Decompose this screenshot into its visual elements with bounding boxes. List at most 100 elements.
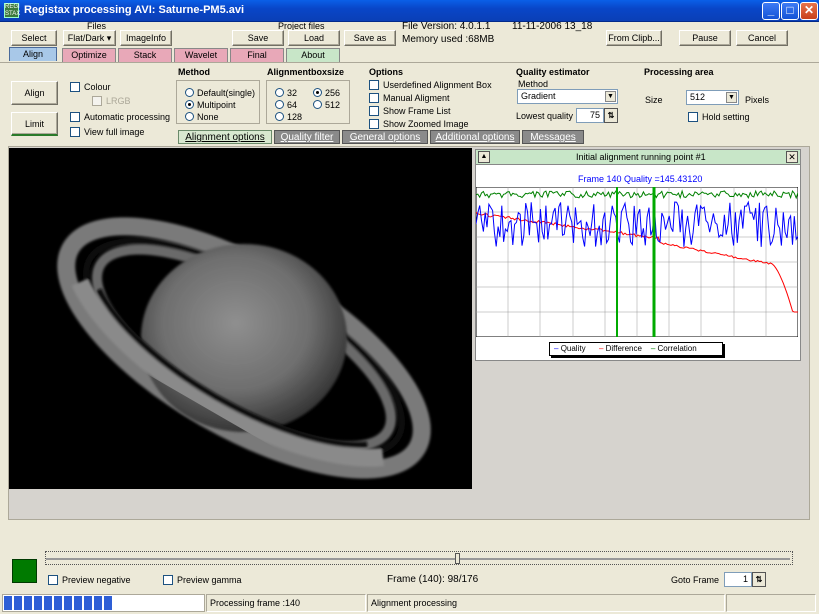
goto-frame-spin-icon[interactable]: ⇅ [752, 572, 766, 587]
method-multipoint-radio[interactable]: Multipoint [185, 100, 236, 110]
align-button[interactable]: Align [11, 81, 58, 105]
quality-method-value: Gradient [521, 91, 556, 101]
show-zoomed-image-checkbox[interactable]: Show Zoomed Image [369, 119, 469, 129]
quality-graph [476, 187, 798, 337]
chevron-down-icon[interactable]: ▼ [605, 91, 616, 102]
preview-gamma-label: Preview gamma [177, 575, 242, 585]
saturn-image [9, 148, 472, 489]
boxsize-256-radio[interactable]: 256 [313, 88, 340, 98]
pause-button[interactable]: Pause [679, 30, 731, 46]
options-title: Options [369, 67, 403, 77]
subtab-messages[interactable]: Messages [522, 130, 584, 144]
progress-fill [4, 596, 113, 610]
auto-processing-label: Automatic processing [84, 112, 171, 122]
build-date: 11-11-2006 13_18 [512, 21, 593, 32]
window-title: Registax processing AVI: Saturne-PM5.avi [24, 4, 245, 16]
quality-method-select[interactable]: Gradient ▼ [517, 89, 618, 104]
cancel-button[interactable]: Cancel [736, 30, 788, 46]
tab-divider [0, 62, 819, 63]
tab-align[interactable]: Align [9, 47, 57, 61]
lowest-quality-input[interactable]: 75 [576, 108, 604, 123]
tab-optimize[interactable]: Optimize [62, 48, 116, 62]
preview-gamma-checkbox[interactable]: Preview gamma [163, 575, 242, 585]
goto-frame-label: Goto Frame [671, 575, 720, 585]
flat-dark-dropdown[interactable]: Flat/Dark ▾ [63, 30, 116, 46]
method-none-label: None [197, 112, 219, 122]
quality-method-label: Method [518, 79, 549, 89]
save-button[interactable]: Save [232, 30, 284, 46]
auto-processing-checkbox[interactable]: Automatic processing [70, 112, 170, 122]
subtab-alignment-options[interactable]: Alignment options [178, 130, 272, 144]
manual-alignment-label: Manual Aligment [383, 93, 450, 103]
boxsize-64-radio[interactable]: 64 [275, 100, 297, 110]
boxsize-64-label: 64 [287, 100, 298, 110]
status-indicator [12, 559, 37, 583]
from-clipboard-button[interactable]: From Clipb... [606, 30, 662, 46]
method-none-radio[interactable]: None [185, 112, 219, 122]
show-frame-list-label: Show Frame List [383, 106, 451, 116]
hold-setting-checkbox[interactable]: Hold setting [688, 112, 750, 122]
userdefined-box-checkbox[interactable]: Userdefined Alignment Box [369, 80, 492, 90]
frame-slider[interactable] [45, 551, 793, 565]
lrgb-label: LRGB [106, 96, 131, 106]
userdefined-box-label: Userdefined Alignment Box [383, 80, 492, 90]
limit-button[interactable]: Limit [11, 112, 58, 136]
show-frame-list-checkbox[interactable]: Show Frame List [369, 106, 451, 116]
colour-checkbox[interactable]: Colour [70, 82, 111, 92]
lowest-quality-label: Lowest quality [516, 111, 574, 121]
goto-frame-input[interactable]: 1 [724, 572, 752, 587]
frame-info: Frame (140): 98/176 [387, 574, 479, 585]
graph-title: Initial alignment running point #1 [576, 152, 706, 162]
boxsize-title: Alignmentboxsize [267, 67, 345, 77]
status-stage: Alignment processing [367, 594, 725, 612]
boxsize-512-label: 512 [325, 100, 341, 110]
subtab-general-options[interactable]: General options [342, 130, 428, 144]
memory-used: Memory used :68MB [402, 34, 495, 45]
imageinfo-button[interactable]: ImageInfo [120, 30, 172, 46]
save-as-button[interactable]: Save as [344, 30, 396, 46]
status-empty-pane [726, 594, 816, 612]
tab-wavelet[interactable]: Wavelet [174, 48, 228, 62]
select-button[interactable]: Select [11, 30, 57, 46]
boxsize-32-label: 32 [287, 88, 298, 98]
subtab-quality-filter[interactable]: Quality filter [274, 130, 340, 144]
size-select[interactable]: 512 ▼ [686, 90, 739, 105]
title-bar: REGI STAX Registax processing AVI: Satur… [0, 0, 819, 22]
size-value: 512 [690, 92, 706, 102]
minimize-button[interactable]: _ [762, 2, 780, 20]
subtab-additional-options[interactable]: Additional options [430, 130, 520, 144]
load-button[interactable]: Load [288, 30, 340, 46]
tab-about[interactable]: About [286, 48, 340, 62]
close-button[interactable]: ✕ [800, 2, 818, 20]
method-multipoint-label: Multipoint [197, 100, 236, 110]
progress-bar [2, 594, 205, 612]
close-icon[interactable]: ✕ [786, 151, 798, 163]
boxsize-512-radio[interactable]: 512 [313, 100, 340, 110]
lowest-quality-spin-icon[interactable]: ⇅ [604, 108, 618, 123]
graph-header: ▲ Initial alignment running point #1 ✕ [476, 150, 800, 165]
lrgb-checkbox: LRGB [92, 96, 131, 106]
boxsize-128-label: 128 [287, 112, 303, 122]
legend-correlation: Correlation [657, 344, 697, 353]
manual-alignment-checkbox[interactable]: Manual Aligment [369, 93, 450, 103]
boxsize-256-label: 256 [325, 88, 341, 98]
method-default-radio[interactable]: Default(single) [185, 88, 255, 98]
boxsize-128-radio[interactable]: 128 [275, 112, 302, 122]
boxsize-32-radio[interactable]: 32 [275, 88, 297, 98]
preview-negative-checkbox[interactable]: Preview negative [48, 575, 131, 585]
chevron-down-icon[interactable]: ▼ [726, 92, 737, 103]
preview-negative-label: Preview negative [62, 575, 131, 585]
collapse-up-icon[interactable]: ▲ [478, 151, 490, 163]
tab-stack[interactable]: Stack [118, 48, 172, 62]
method-default-label: Default(single) [197, 88, 256, 98]
view-full-image-label: View full image [84, 127, 145, 137]
quality-title: Quality estimator [516, 67, 590, 77]
frame-slider-thumb[interactable] [455, 553, 460, 564]
colour-label: Colour [84, 82, 111, 92]
legend-quality: Quality [560, 344, 586, 353]
alignment-graph-panel: ▲ Initial alignment running point #1 ✕ F… [475, 149, 801, 361]
tab-final[interactable]: Final [230, 48, 284, 62]
view-full-image-checkbox[interactable]: View full image [70, 127, 144, 137]
maximize-button[interactable]: □ [781, 2, 799, 20]
pixels-label: Pixels [745, 95, 770, 105]
